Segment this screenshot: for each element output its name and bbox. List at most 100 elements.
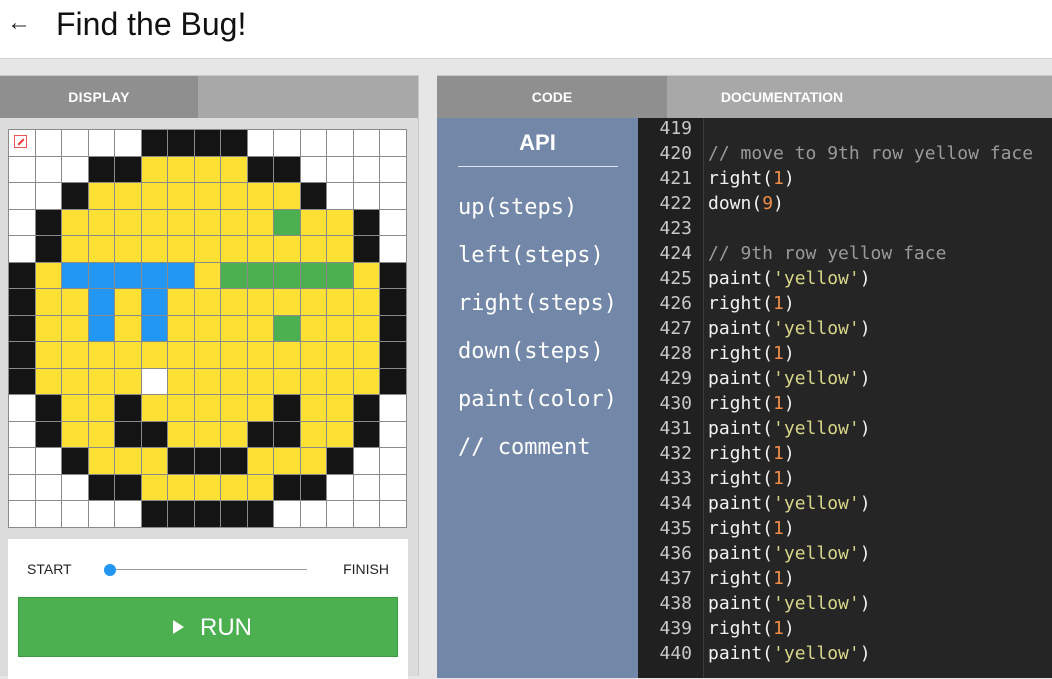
grid-cell bbox=[221, 315, 247, 342]
api-item[interactable]: left(steps) bbox=[458, 232, 617, 280]
line-number: 428 bbox=[659, 343, 692, 364]
tab-code[interactable]: CODE bbox=[437, 76, 667, 118]
grid-cell bbox=[300, 262, 327, 289]
api-item[interactable]: down(steps) bbox=[458, 328, 617, 376]
grid-cell bbox=[115, 236, 141, 262]
line-number: 435 bbox=[659, 518, 692, 539]
grid-cell bbox=[327, 315, 353, 342]
grid-cell bbox=[62, 421, 88, 448]
grid-cell bbox=[9, 395, 35, 421]
grid-cell bbox=[221, 262, 247, 289]
code-text: right(1) bbox=[708, 291, 795, 316]
grid-cell bbox=[115, 368, 141, 395]
grid-cell bbox=[221, 236, 247, 262]
grid-cell bbox=[300, 156, 327, 183]
grid-cell bbox=[194, 368, 221, 395]
grid-cell bbox=[221, 156, 247, 183]
grid-cell bbox=[221, 183, 247, 209]
grid-cell bbox=[194, 156, 221, 183]
grid-cell bbox=[168, 368, 194, 395]
grid-cell bbox=[300, 209, 327, 236]
grid-cell bbox=[9, 315, 35, 342]
grid-cell bbox=[300, 183, 327, 209]
line-number: 437 bbox=[659, 568, 692, 589]
grid-cell bbox=[353, 209, 380, 236]
grid-cell bbox=[62, 236, 88, 262]
code-token: ) bbox=[783, 468, 795, 489]
tab-documentation[interactable]: DOCUMENTATION bbox=[667, 76, 897, 118]
grid-cell bbox=[168, 342, 194, 368]
grid-cell bbox=[88, 421, 115, 448]
grid-cell bbox=[380, 342, 406, 368]
api-sidebar: API up(steps) left(steps) right(steps) down… bbox=[437, 118, 638, 678]
grid-cell bbox=[380, 315, 406, 342]
grid-cell bbox=[115, 342, 141, 368]
back-arrow-icon[interactable]: ← bbox=[6, 8, 32, 38]
code-token: 'yellow' bbox=[773, 318, 860, 339]
tab-display[interactable]: DISPLAY bbox=[0, 76, 198, 118]
code-token: // move to 9th row yellow face bbox=[708, 143, 1034, 164]
grid-cell bbox=[88, 209, 115, 236]
grid-cell bbox=[353, 130, 380, 156]
grid-cell bbox=[247, 289, 274, 315]
grid-cell bbox=[353, 501, 380, 527]
grid-cell bbox=[88, 474, 115, 501]
code-token: paint( bbox=[708, 643, 774, 664]
run-button[interactable]: RUN bbox=[18, 597, 398, 657]
grid-cell bbox=[327, 368, 353, 395]
grid-cell bbox=[115, 395, 141, 421]
grid-cell bbox=[327, 262, 353, 289]
code-token: 1 bbox=[773, 343, 784, 364]
grid-cell bbox=[9, 236, 35, 262]
grid-cell bbox=[88, 395, 115, 421]
grid-cell bbox=[194, 130, 221, 156]
code-text: paint('yellow') bbox=[708, 416, 871, 441]
code-editor[interactable]: 419 420 // move to 9th row yellow face 421 r… bbox=[638, 118, 1052, 678]
grid-cell bbox=[62, 209, 88, 236]
code-token: ) bbox=[859, 643, 871, 664]
line-number: 424 bbox=[659, 243, 692, 264]
painter-cursor-icon bbox=[14, 135, 27, 148]
progress-slider-track[interactable] bbox=[111, 569, 307, 570]
grid-cell bbox=[353, 448, 380, 474]
api-item[interactable]: right(steps) bbox=[458, 280, 617, 328]
grid-cell bbox=[9, 342, 35, 368]
progress-slider-thumb[interactable] bbox=[104, 564, 116, 576]
code-token: ) bbox=[859, 268, 871, 289]
line-number: 431 bbox=[659, 418, 692, 439]
grid-cell bbox=[221, 368, 247, 395]
api-item[interactable]: paint(color) bbox=[458, 376, 617, 424]
grid-cell bbox=[115, 421, 141, 448]
grid-cell bbox=[274, 474, 300, 501]
grid-cell bbox=[353, 289, 380, 315]
code-text: right(1) bbox=[708, 516, 795, 541]
api-item[interactable]: up(steps) bbox=[458, 184, 617, 232]
code-token: 1 bbox=[773, 443, 784, 464]
code-token: right( bbox=[708, 518, 774, 539]
grid-cell bbox=[353, 342, 380, 368]
code-token: 1 bbox=[773, 468, 784, 489]
grid-cell bbox=[9, 501, 35, 527]
grid-cell bbox=[380, 501, 406, 527]
grid-cell bbox=[141, 183, 168, 209]
grid-cell bbox=[247, 262, 274, 289]
code-text: right(1) bbox=[708, 341, 795, 366]
grid-cell bbox=[115, 183, 141, 209]
grid-cell bbox=[168, 421, 194, 448]
code-token: ) bbox=[773, 193, 784, 214]
grid-cell bbox=[115, 501, 141, 527]
code-token: 9 bbox=[762, 193, 774, 214]
grid-cell bbox=[35, 342, 62, 368]
grid-cell bbox=[88, 501, 115, 527]
grid-cell bbox=[88, 262, 115, 289]
grid-cell bbox=[194, 474, 221, 501]
grid-cell bbox=[35, 262, 62, 289]
code-token: 'yellow' bbox=[773, 593, 860, 614]
grid-cell bbox=[221, 474, 247, 501]
grid-cell bbox=[380, 156, 406, 183]
grid-cell bbox=[327, 421, 353, 448]
code-token: ) bbox=[783, 343, 795, 364]
api-item[interactable]: // comment bbox=[458, 424, 617, 472]
grid-cell bbox=[380, 236, 406, 262]
code-token: right( bbox=[708, 293, 774, 314]
